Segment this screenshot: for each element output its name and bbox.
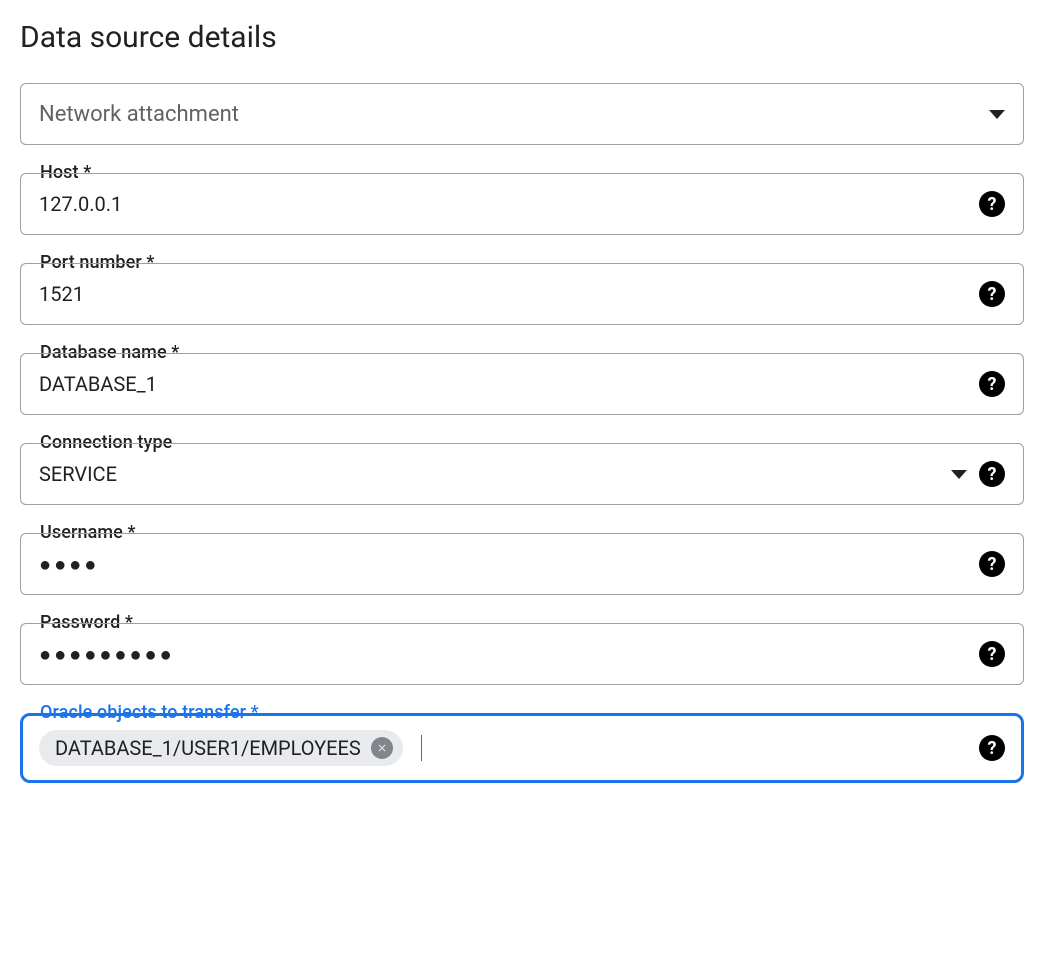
close-icon: [376, 742, 388, 754]
database-field: Database name * DATABASE_1 ?: [20, 353, 1024, 415]
help-icon[interactable]: ?: [979, 735, 1005, 761]
network-attachment-select[interactable]: Network attachment: [20, 83, 1024, 145]
password-field: Password * ●●●●●●●●● ?: [20, 623, 1024, 685]
help-icon[interactable]: ?: [979, 371, 1005, 397]
help-icon[interactable]: ?: [979, 191, 1005, 217]
oracle-objects-field: Oracle objects to transfer * DATABASE_1/…: [20, 713, 1024, 783]
username-value: ●●●●: [39, 554, 967, 574]
chevron-down-icon: [951, 470, 967, 479]
database-value: DATABASE_1: [39, 372, 967, 396]
host-input-box[interactable]: 127.0.0.1 ?: [20, 173, 1024, 235]
database-input-box[interactable]: DATABASE_1 ?: [20, 353, 1024, 415]
password-input-box[interactable]: ●●●●●●●●● ?: [20, 623, 1024, 685]
port-field: Port number * 1521 ?: [20, 263, 1024, 325]
username-field: Username * ●●●● ?: [20, 533, 1024, 595]
host-value: 127.0.0.1: [39, 192, 967, 216]
connection-type-field: Connection type SERVICE ?: [20, 443, 1024, 505]
page-title: Data source details: [20, 20, 1024, 55]
password-value: ●●●●●●●●●: [39, 644, 967, 664]
connection-type-select[interactable]: SERVICE ?: [20, 443, 1024, 505]
help-icon[interactable]: ?: [979, 551, 1005, 577]
oracle-objects-input-box[interactable]: DATABASE_1/USER1/EMPLOYEES ?: [20, 713, 1024, 783]
help-icon[interactable]: ?: [979, 641, 1005, 667]
network-attachment-placeholder: Network attachment: [39, 102, 977, 127]
host-field: Host * 127.0.0.1 ?: [20, 173, 1024, 235]
help-icon[interactable]: ?: [979, 461, 1005, 487]
port-input-box[interactable]: 1521 ?: [20, 263, 1024, 325]
port-value: 1521: [39, 282, 967, 306]
oracle-object-chip: DATABASE_1/USER1/EMPLOYEES: [39, 730, 403, 766]
username-input-box[interactable]: ●●●● ?: [20, 533, 1024, 595]
connection-type-value: SERVICE: [39, 462, 939, 486]
chip-remove-button[interactable]: [371, 737, 393, 759]
chevron-down-icon: [989, 110, 1005, 119]
network-attachment-field: Network attachment: [20, 83, 1024, 145]
chip-label: DATABASE_1/USER1/EMPLOYEES: [55, 736, 361, 760]
help-icon[interactable]: ?: [979, 281, 1005, 307]
chip-row: DATABASE_1/USER1/EMPLOYEES: [39, 730, 967, 766]
text-cursor: [421, 735, 423, 761]
